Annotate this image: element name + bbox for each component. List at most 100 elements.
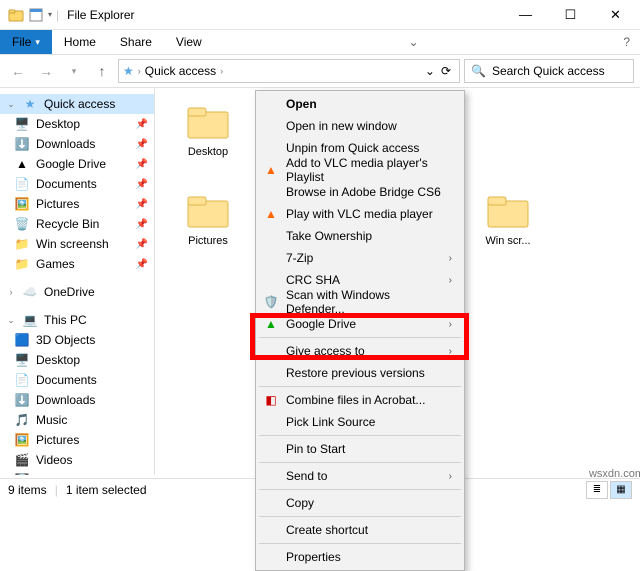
sidebar-item-videos[interactable]: 🎬Videos [0,450,154,470]
item-icon: 📁 [14,236,30,252]
folder-pictures[interactable]: Pictures [173,185,243,252]
item-icon: 📄 [14,372,30,388]
menu-copy[interactable]: Copy [258,492,462,514]
item-icon: ⬇️ [14,136,30,152]
watermark: wsxdn.com [589,468,640,480]
item-icon: 🖥️ [14,116,30,132]
chevron-right-icon: › [449,471,452,482]
sidebar-item-quick-access[interactable]: ⌄★ Quick access [0,94,154,114]
item-icon: 🖥️ [14,352,30,368]
breadcrumb[interactable]: ★ › Quick access › ⌄ ⟳ [118,59,460,83]
status-selected: 1 item selected [66,483,147,497]
sidebar-item-downloads[interactable]: ⬇️Downloads📌 [0,134,154,154]
folder-icon [8,7,24,23]
breadcrumb-dropdown-icon[interactable]: ⌄ [425,64,435,78]
folder-label: Win scr... [485,235,530,248]
help-icon[interactable]: ? [613,30,640,54]
menu-give-access-to[interactable]: Give access to› [258,340,462,362]
recent-dropdown-icon[interactable]: ▾ [62,59,86,83]
title-bar: ▾ | File Explorer — ☐ ✕ [0,0,640,30]
menu-take-ownership[interactable]: Take Ownership [258,225,462,247]
sidebar-item-nvme-a-[interactable]: 💽NVMe (A:) [0,470,154,475]
back-button[interactable]: ← [6,59,30,83]
menu-browse-in-adobe-bridge-cs6[interactable]: Browse in Adobe Bridge CS6 [258,181,462,203]
item-icon: 📄 [14,176,30,192]
sidebar-item-onedrive[interactable]: ›☁️ OneDrive [0,282,154,302]
menu-pin-to-start[interactable]: Pin to Start [258,438,462,460]
gdrive-icon: ▲ [263,316,279,332]
folder-win-scr-[interactable]: Win scr... [473,185,543,252]
props-icon[interactable] [28,7,44,23]
shield-icon: 🛡️ [263,294,279,310]
sidebar-item-pictures[interactable]: 🖼️Pictures [0,430,154,450]
sidebar-item-desktop[interactable]: 🖥️Desktop [0,350,154,370]
folder-label: Desktop [188,146,228,159]
minimize-button[interactable]: — [503,0,548,30]
folder-icon [484,189,532,231]
menu-open-in-new-window[interactable]: Open in new window [258,115,462,137]
refresh-icon[interactable]: ⟳ [441,64,451,78]
sidebar: ⌄★ Quick access 🖥️Desktop📌⬇️Downloads📌▲G… [0,88,155,475]
sidebar-item-3d-objects[interactable]: 🟦3D Objects [0,330,154,350]
menu-play-with-vlc-media-player[interactable]: ▲Play with VLC media player [258,203,462,225]
sidebar-item-win-screensh[interactable]: 📁Win screensh📌 [0,234,154,254]
ribbon-toggle-icon[interactable]: ⌄ [394,30,432,54]
menu-google-drive[interactable]: ▲Google Drive› [258,313,462,335]
pdf-icon: ◧ [263,392,279,408]
item-icon: 🖼️ [14,196,30,212]
maximize-button[interactable]: ☐ [548,0,593,30]
menu-7-zip[interactable]: 7-Zip› [258,247,462,269]
chevron-right-icon: › [449,275,452,286]
context-menu: OpenOpen in new windowUnpin from Quick a… [255,90,465,571]
sidebar-item-google-drive[interactable]: ▲Google Drive📌 [0,154,154,174]
menu-combine-files-in-acrobat-[interactable]: ◧Combine files in Acrobat... [258,389,462,411]
ribbon-tabs: File▾ Home Share View ⌄ ? [0,30,640,55]
pc-icon: 💻 [22,312,38,328]
sidebar-item-pictures[interactable]: 🖼️Pictures📌 [0,194,154,214]
breadcrumb-location[interactable]: Quick access [145,64,216,78]
sidebar-item-recycle-bin[interactable]: 🗑️Recycle Bin📌 [0,214,154,234]
item-icon: ▲ [14,156,30,172]
sidebar-item-downloads[interactable]: ⬇️Downloads [0,390,154,410]
tab-view[interactable]: View [164,30,214,54]
up-button[interactable]: ↑ [90,59,114,83]
sidebar-item-this-pc[interactable]: ⌄💻 This PC [0,310,154,330]
qat-dropdown-icon[interactable]: ▾ [48,10,52,19]
chevron-right-icon: › [449,346,452,357]
sidebar-item-music[interactable]: 🎵Music [0,410,154,430]
forward-button[interactable]: → [34,59,58,83]
close-button[interactable]: ✕ [593,0,638,30]
menu-create-shortcut[interactable]: Create shortcut [258,519,462,541]
chevron-right-icon: › [449,319,452,330]
sidebar-item-desktop[interactable]: 🖥️Desktop📌 [0,114,154,134]
tab-home[interactable]: Home [52,30,108,54]
menu-open[interactable]: Open [258,93,462,115]
menu-properties[interactable]: Properties [258,546,462,568]
menu-scan-with-windows-defender-[interactable]: 🛡️Scan with Windows Defender... [258,291,462,313]
menu-pick-link-source[interactable]: Pick Link Source [258,411,462,433]
item-icon: 🟦 [14,332,30,348]
star-icon: ★ [123,64,134,78]
folder-icon [184,100,232,142]
search-input[interactable]: 🔍 Search Quick access [464,59,634,83]
chevron-right-icon: › [449,253,452,264]
item-icon: ⬇️ [14,392,30,408]
sidebar-item-documents[interactable]: 📄Documents [0,370,154,390]
item-icon: 🎬 [14,452,30,468]
item-icon: 🖼️ [14,432,30,448]
menu-restore-previous-versions[interactable]: Restore previous versions [258,362,462,384]
cloud-icon: ☁️ [22,284,38,300]
sidebar-item-documents[interactable]: 📄Documents📌 [0,174,154,194]
star-icon: ★ [22,96,38,112]
view-icons-button[interactable]: ▦ [610,481,632,499]
folder-desktop[interactable]: Desktop [173,96,243,163]
tab-share[interactable]: Share [108,30,164,54]
search-placeholder: Search Quick access [492,64,605,78]
menu-add-to-vlc-media-player-s-playlist[interactable]: ▲Add to VLC media player's Playlist [258,159,462,181]
tab-file[interactable]: File▾ [0,30,52,54]
sidebar-item-games[interactable]: 📁Games📌 [0,254,154,274]
view-details-button[interactable]: ≣ [586,481,608,499]
folder-icon [184,189,232,231]
menu-send-to[interactable]: Send to› [258,465,462,487]
folder-label: Pictures [188,235,228,248]
